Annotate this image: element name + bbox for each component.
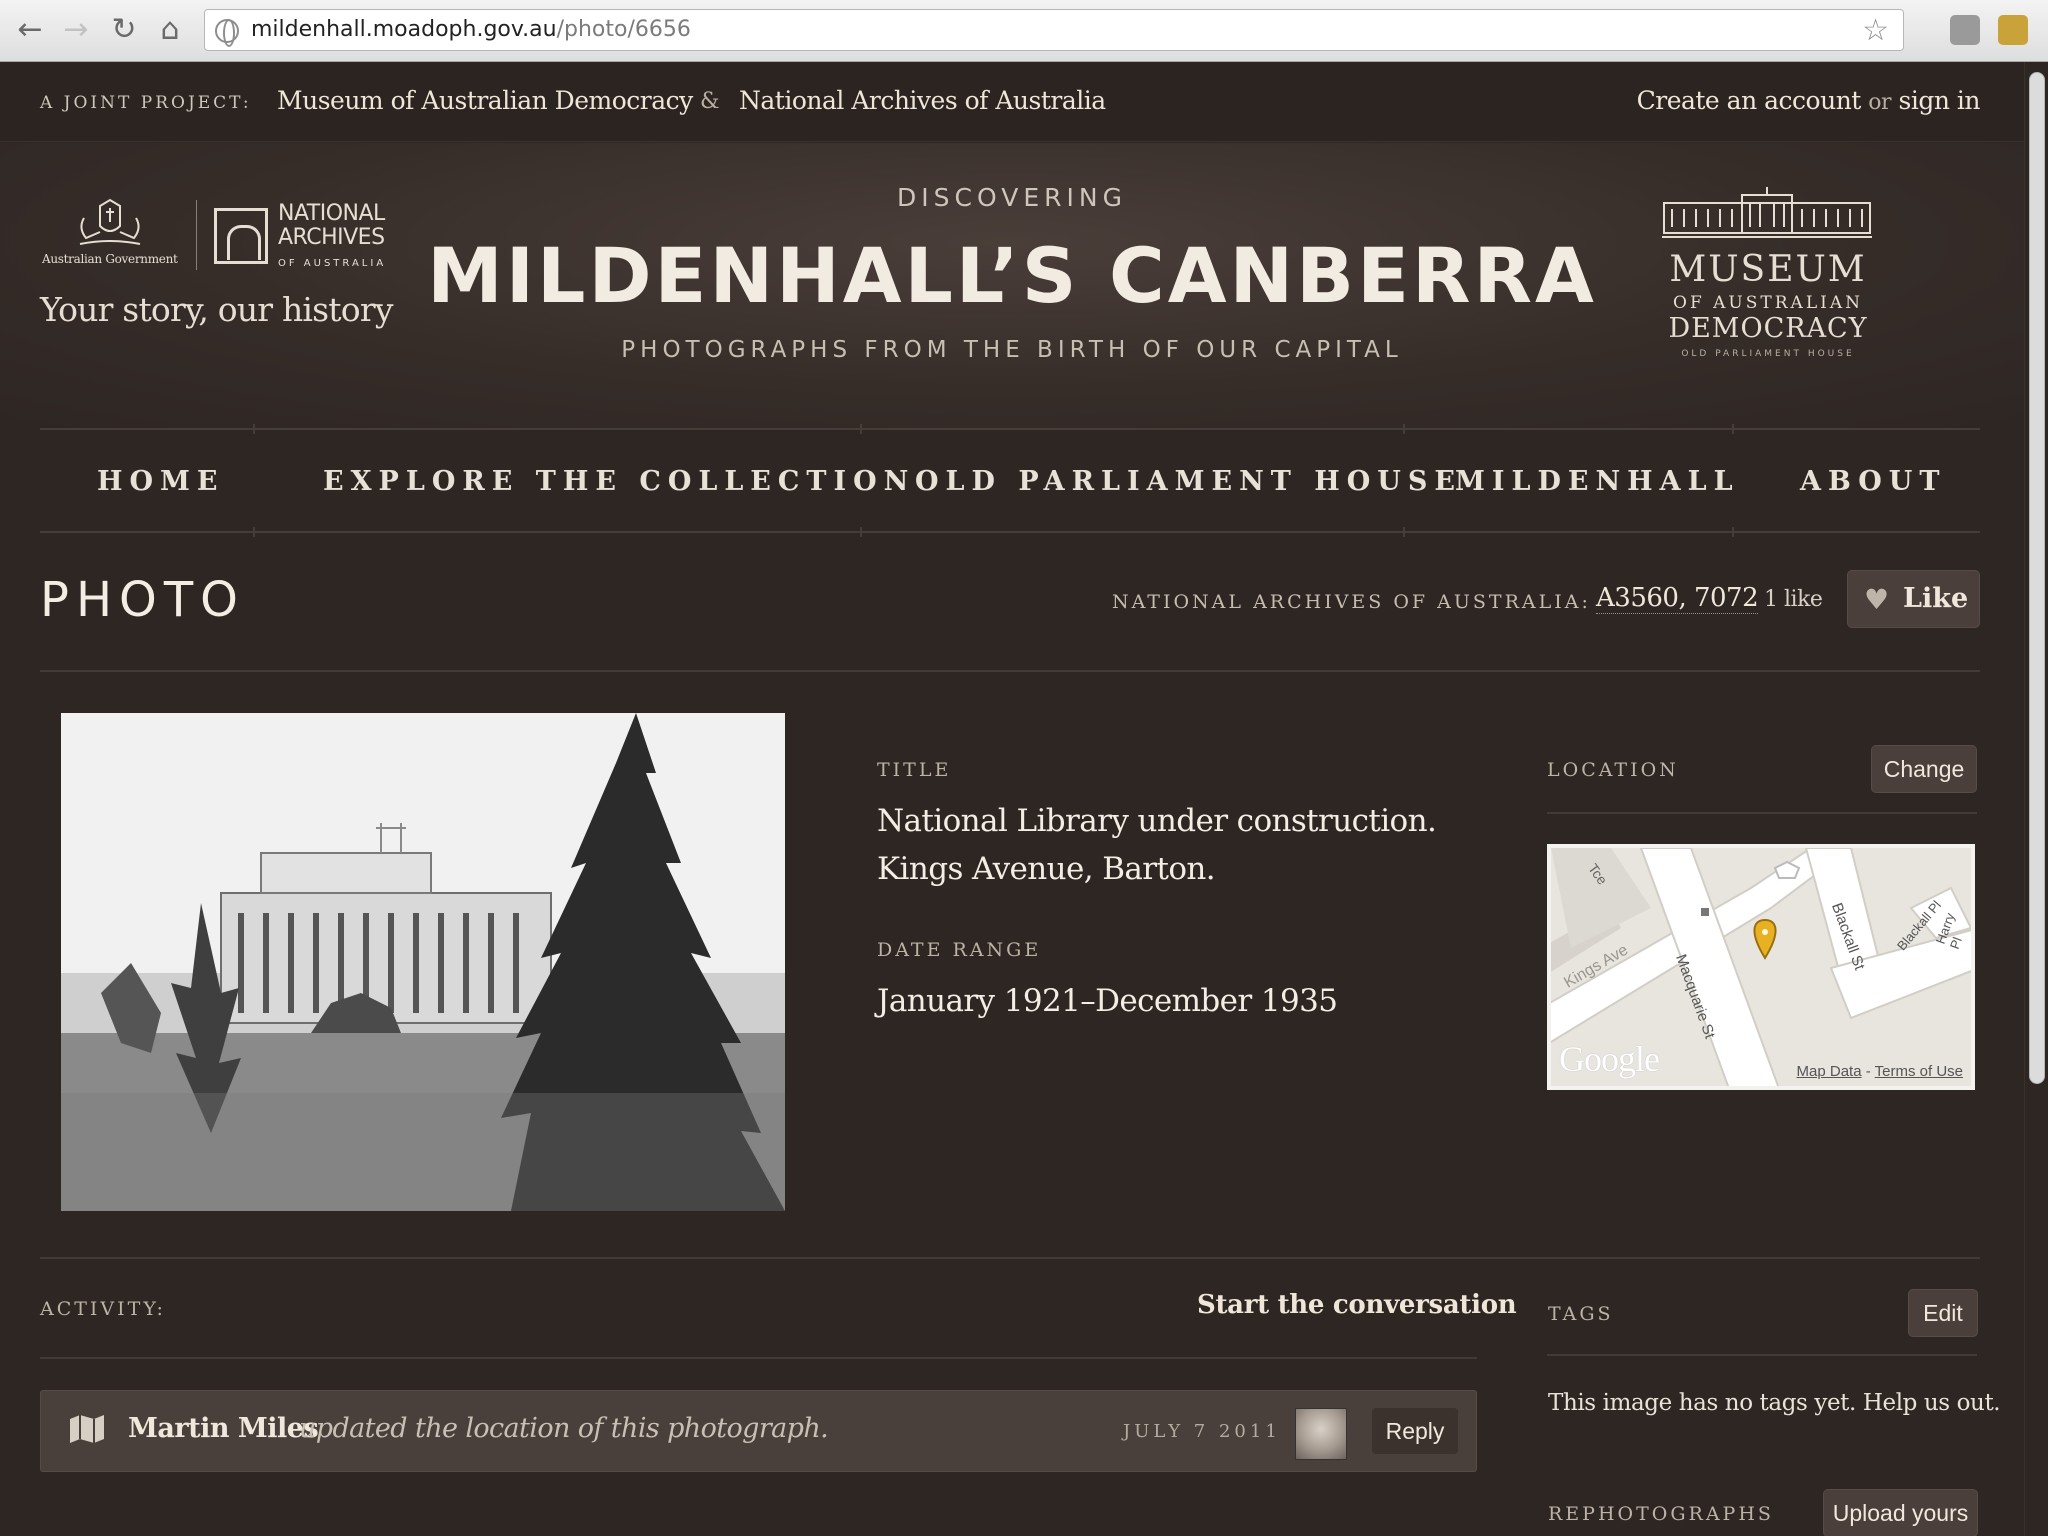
nav-divider [1403, 527, 1405, 537]
extension-badge-icon[interactable] [1998, 15, 2028, 45]
joint-project-label: A JOINT PROJECT: [40, 93, 252, 113]
naa-link[interactable]: National Archives of Australia [739, 86, 1106, 115]
or-text: or [1868, 90, 1892, 115]
nav-divider [1403, 424, 1405, 434]
scrollbar-thumb[interactable] [2029, 72, 2045, 1084]
tags-divider [1547, 1354, 1977, 1356]
address-bar[interactable]: mildenhall.moadoph.gov.au/photo/6656 ☆ [204, 9, 1904, 51]
account-links: Create an account or sign in [1637, 86, 1981, 115]
activity-entry: Martin Miles updated the location of thi… [40, 1390, 1477, 1472]
site-header: Australian Government NATIONAL ARCHIVES … [0, 143, 2024, 428]
tags-empty-note: This image has no tags yet. Help us out. [1548, 1390, 2001, 1416]
photo-title: National Library under construction. Kin… [877, 797, 1437, 893]
like-count: 1 like [1764, 587, 1823, 612]
like-button-label: Like [1903, 583, 1969, 614]
joint-project-bar: A JOINT PROJECT: Museum of Australian De… [0, 62, 2024, 142]
tags-label: TAGS [1548, 1303, 1614, 1325]
activity-action: updated the location of this photograph. [299, 1413, 829, 1444]
avatar[interactable] [1295, 1408, 1347, 1460]
photo-scene [61, 713, 785, 1211]
title-label: TITLE [877, 759, 952, 781]
sign-in-link[interactable]: sign in [1899, 86, 1981, 115]
map-icon [70, 1415, 104, 1443]
activity-divider [40, 1357, 1477, 1359]
naa-reference-link[interactable]: A3560, 7072 [1596, 583, 1759, 614]
ampersand: & [700, 89, 720, 114]
activity-divider-top [40, 1257, 1980, 1259]
upload-yours-button[interactable]: Upload yours [1823, 1489, 1978, 1536]
location-map[interactable]: Tce Kings Ave Macquarie St Blackall St B… [1547, 844, 1975, 1090]
create-account-link[interactable]: Create an account [1637, 86, 1862, 115]
page-title: PHOTO [40, 572, 245, 628]
edit-tags-button[interactable]: Edit [1908, 1289, 1978, 1337]
section-divider [40, 670, 1980, 672]
moad-word-of-australian: OF AUSTRALIAN [1673, 293, 1863, 313]
map-attribution: Map Data - Terms of Use [1797, 1063, 1963, 1080]
nav-explore-collection[interactable]: EXPLORE THE COLLECTION [323, 466, 915, 497]
moad-word-oph: OLD PARLIAMENT HOUSE [1681, 349, 1855, 359]
nav-about[interactable]: ABOUT [1800, 466, 1946, 497]
nav-divider [1732, 424, 1734, 434]
rephotographs-label: REPHOTOGRAPHS [1548, 1503, 1774, 1525]
nav-divider [860, 424, 862, 434]
photo-title-line-1: National Library under construction. [877, 803, 1437, 839]
url-path: /photo/6656 [556, 17, 691, 42]
extension-icon[interactable] [1950, 15, 1980, 45]
moad-word-democracy: DEMOCRACY [1668, 313, 1868, 344]
url-host: mildenhall.moadoph.gov.au [251, 17, 557, 42]
google-logo: Google [1559, 1039, 1660, 1079]
moad-logo-block[interactable]: MUSEUM OF AUSTRALIAN DEMOCRACY OLD PARLI… [1658, 183, 1878, 373]
nav-divider [860, 527, 862, 537]
location-divider [1547, 812, 1977, 814]
nav-home[interactable]: HOME [97, 466, 225, 497]
date-range-label: DATE RANGE [877, 939, 1042, 961]
location-label: LOCATION [1547, 759, 1679, 781]
forward-icon[interactable]: → [58, 12, 94, 48]
date-range-value: January 1921–December 1935 [877, 983, 1338, 1019]
archival-photograph[interactable] [61, 713, 785, 1211]
like-button[interactable]: ♥ Like [1847, 570, 1980, 628]
parliament-house-icon [1662, 187, 1872, 238]
start-conversation-link[interactable]: Start the conversation [1197, 1290, 1517, 1320]
activity-date: JULY 7 2011 [1123, 1421, 1281, 1442]
change-location-button[interactable]: Change [1871, 745, 1977, 793]
nav-mildenhall[interactable]: MILDENHALL [1455, 466, 1740, 497]
terms-of-use-link[interactable]: Terms of Use [1875, 1063, 1963, 1080]
moad-link[interactable]: Museum of Australian Democracy [277, 86, 693, 115]
photo-title-line-2: Kings Avenue, Barton. [877, 851, 1216, 887]
map-attrib-dash: - [1865, 1063, 1871, 1080]
activity-label: ACTIVITY: [40, 1298, 166, 1320]
home-icon[interactable]: ⌂ [152, 12, 188, 48]
back-icon[interactable]: ← [12, 12, 48, 48]
moad-word-museum: MUSEUM [1669, 249, 1867, 290]
globe-icon [215, 19, 239, 47]
reload-icon[interactable]: ↻ [106, 12, 142, 48]
url-text[interactable]: mildenhall.moadoph.gov.au/photo/6656 [251, 17, 691, 42]
map-data-link[interactable]: Map Data [1797, 1063, 1862, 1080]
browser-toolbar: ← → ↻ ⌂ mildenhall.moadoph.gov.au/photo/… [0, 0, 2048, 62]
nav-divider [1732, 527, 1734, 537]
nav-divider [253, 424, 255, 434]
naa-reference-label: NATIONAL ARCHIVES OF AUSTRALIA: [1112, 591, 1591, 613]
nav-divider [253, 527, 255, 537]
heart-icon: ♥ [1864, 583, 1890, 616]
activity-user[interactable]: Martin Miles [128, 1413, 319, 1444]
reply-button[interactable]: Reply [1371, 1407, 1459, 1455]
nav-old-parliament-house[interactable]: OLD PARLIAMENT HOUSE [915, 466, 1462, 497]
main-navigation: HOME EXPLORE THE COLLECTION OLD PARLIAME… [40, 424, 1980, 537]
bookmark-star-icon[interactable]: ☆ [1862, 13, 1889, 48]
